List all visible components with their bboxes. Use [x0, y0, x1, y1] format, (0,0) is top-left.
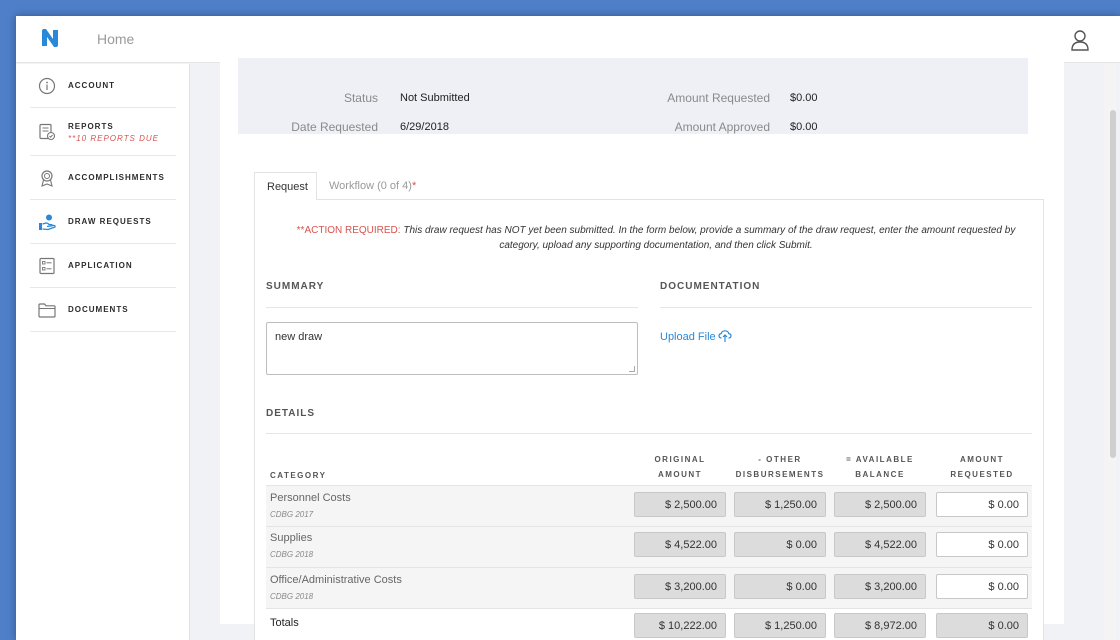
- action-required-flag: **ACTION REQUIRED:: [296, 225, 401, 236]
- home-link[interactable]: Home: [97, 31, 134, 47]
- sidebar-item-label: DOCUMENTS: [68, 305, 129, 314]
- column-header-amount-requested: AMOUNT REQUESTED: [936, 452, 1028, 482]
- upload-file-link[interactable]: Upload File: [660, 331, 716, 343]
- cloud-upload-icon[interactable]: [718, 329, 732, 343]
- hand-money-icon: [39, 214, 56, 231]
- column-header-line: REQUESTED: [950, 470, 1014, 479]
- details-divider: [266, 433, 1032, 434]
- tab-workflow[interactable]: Workflow (0 of 4)*: [329, 180, 416, 192]
- user-icon[interactable]: [1070, 29, 1090, 51]
- column-header-line: - OTHER: [758, 455, 802, 464]
- column-header-original-amount: ORIGINAL AMOUNT: [634, 452, 726, 482]
- other-disbursements-field: $ 0.00: [734, 532, 826, 557]
- sidebar-item-label: ACCOUNT: [68, 81, 115, 90]
- amount-requested-input[interactable]: $ 0.00: [936, 574, 1028, 599]
- date-requested-label: Date Requested: [291, 120, 378, 134]
- status-value: Not Submitted: [400, 92, 470, 104]
- sidebar-item-label: APPLICATION: [68, 261, 133, 270]
- column-header-available-balance: = AVAILABLE BALANCE: [834, 452, 926, 482]
- resize-grip-icon[interactable]: [629, 366, 635, 372]
- sidebar-item-label: DRAW REQUESTS: [68, 217, 152, 226]
- sidebar-item-label: ACCOMPLISHMENTS: [68, 173, 165, 182]
- totals-label: Totals: [270, 617, 299, 629]
- summary-heading: SUMMARY: [266, 281, 325, 292]
- total-amount-requested: $ 0.00: [936, 613, 1028, 638]
- summary-divider: [266, 307, 638, 308]
- action-required-message: **ACTION REQUIRED: This draw request has…: [276, 223, 1036, 253]
- column-header-line: AMOUNT: [959, 455, 1005, 464]
- category-name: Office/Administrative Costs: [270, 574, 402, 586]
- sidebar-item-accomplishments[interactable]: ACCOMPLISHMENTS: [30, 156, 176, 200]
- original-amount-field: $ 2,500.00: [634, 492, 726, 517]
- category-fund: CDBG 2018: [270, 592, 314, 601]
- sidebar-item-draw-requests[interactable]: DRAW REQUESTS: [30, 200, 176, 244]
- amount-approved-label: Amount Approved: [674, 120, 770, 134]
- workflow-required-mark: *: [411, 180, 417, 192]
- action-required-text: This draw request has NOT yet been submi…: [403, 225, 1016, 251]
- other-disbursements-field: $ 0.00: [734, 574, 826, 599]
- available-balance-field: $ 3,200.00: [834, 574, 926, 599]
- reports-due-badge: **10 REPORTS DUE: [68, 134, 159, 143]
- amount-requested-input[interactable]: $ 0.00: [936, 492, 1028, 517]
- other-disbursements-field: $ 1,250.00: [734, 492, 826, 517]
- original-amount-field: $ 3,200.00: [634, 574, 726, 599]
- documentation-divider: [660, 307, 1032, 308]
- original-amount-field: $ 4,522.00: [634, 532, 726, 557]
- category-fund: CDBG 2017: [270, 510, 314, 519]
- summary-textarea[interactable]: new draw: [266, 322, 638, 375]
- column-header-category: CATEGORY: [270, 471, 327, 480]
- column-header-line: ORIGINAL: [654, 455, 706, 464]
- column-header-line: BALANCE: [855, 470, 905, 479]
- row-divider: [266, 608, 1032, 609]
- documentation-heading: DOCUMENTATION: [660, 281, 761, 292]
- details-heading: DETAILS: [266, 408, 316, 419]
- date-requested-value: 6/29/2018: [400, 121, 449, 133]
- column-header-line: AMOUNT: [657, 470, 703, 479]
- sidebar-item-application[interactable]: APPLICATION: [30, 244, 176, 288]
- column-header-other-disbursements: - OTHER DISBURSEMENTS: [734, 452, 826, 482]
- summary-value: new draw: [275, 331, 323, 343]
- category-name: Personnel Costs: [270, 492, 351, 504]
- status-label: Status: [343, 91, 378, 105]
- amount-approved-value: $0.00: [790, 121, 818, 133]
- amount-requested-value: $0.00: [790, 92, 818, 104]
- tab-workflow-label: Workflow (0 of 4): [329, 180, 412, 192]
- tab-request[interactable]: Request: [254, 172, 317, 200]
- column-header-line: = AVAILABLE: [846, 455, 914, 464]
- sidebar-item-account[interactable]: ACCOUNT: [30, 64, 176, 108]
- info-icon: [38, 77, 56, 95]
- logo-icon[interactable]: [40, 28, 60, 48]
- amount-requested-label: Amount Requested: [667, 91, 770, 105]
- folder-icon: [38, 303, 56, 318]
- column-header-line: DISBURSEMENTS: [735, 470, 825, 479]
- available-balance-field: $ 2,500.00: [834, 492, 926, 517]
- award-ribbon-icon: [41, 170, 53, 187]
- category-fund: CDBG 2018: [270, 550, 314, 559]
- report-check-icon: [39, 123, 56, 141]
- scrollbar-thumb[interactable]: [1110, 110, 1116, 458]
- checklist-icon: [39, 257, 55, 275]
- sidebar-item-reports[interactable]: REPORTS **10 REPORTS DUE: [30, 108, 176, 156]
- amount-requested-input[interactable]: $ 0.00: [936, 532, 1028, 557]
- sidebar: ACCOUNT REPORTS **10 REPORTS DUE ACCOMPL…: [16, 64, 190, 640]
- total-original-amount: $ 10,222.00: [634, 613, 726, 638]
- total-other-disbursements: $ 1,250.00: [734, 613, 826, 638]
- sidebar-item-documents[interactable]: DOCUMENTS: [30, 288, 176, 332]
- available-balance-field: $ 4,522.00: [834, 532, 926, 557]
- sidebar-item-label: REPORTS: [68, 122, 114, 131]
- category-name: Supplies: [270, 532, 313, 544]
- total-available-balance: $ 8,972.00: [834, 613, 926, 638]
